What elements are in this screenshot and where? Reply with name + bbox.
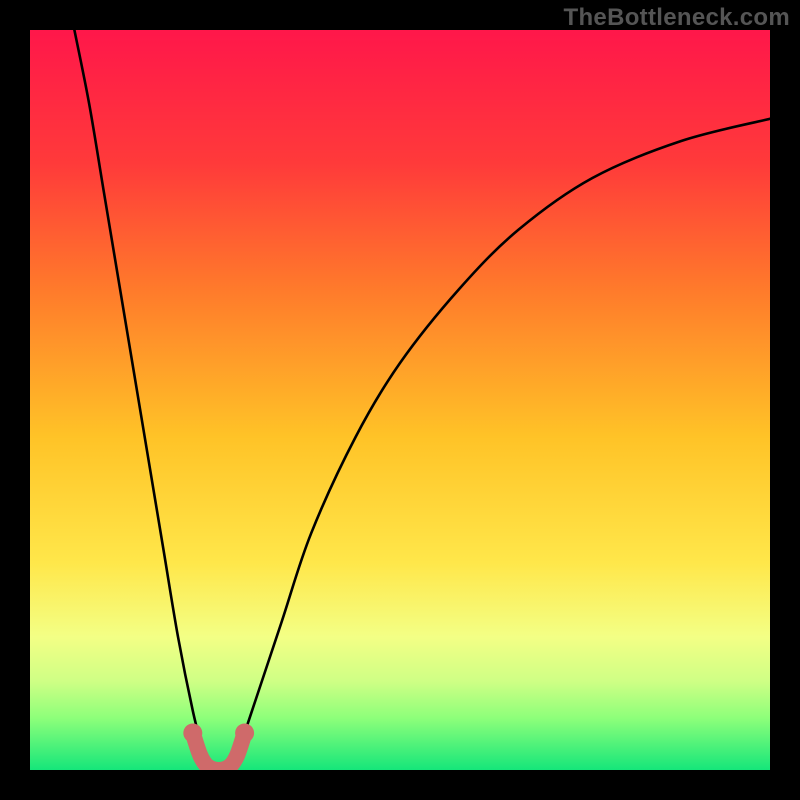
valley-endpoint-right — [235, 724, 254, 743]
valley-endpoint-left — [183, 724, 202, 743]
bottleneck-chart — [0, 0, 800, 800]
chart-background-gradient — [30, 30, 770, 770]
watermark-text: TheBottleneck.com — [564, 4, 790, 32]
